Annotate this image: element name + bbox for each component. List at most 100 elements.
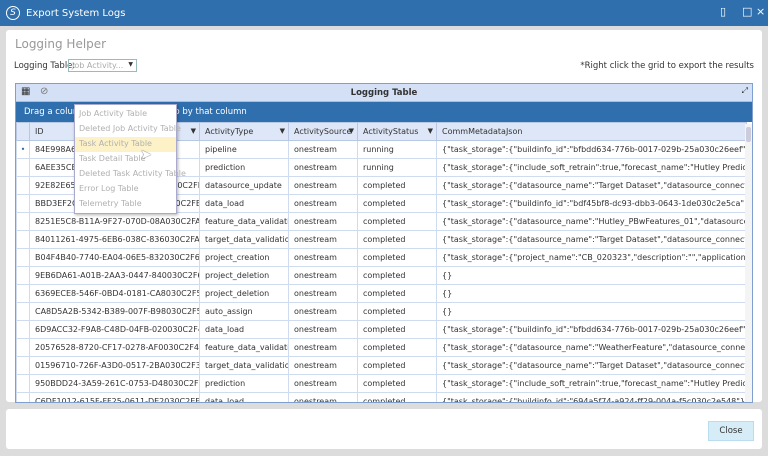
table-cell[interactable]: onestream [288,140,358,159]
table-cell[interactable]: completed [357,302,437,321]
table-cell[interactable]: onestream [288,212,358,231]
filter-icon[interactable]: ▼ [280,127,285,135]
filter-icon[interactable]: ▼ [428,127,433,135]
table-row[interactable]: 8251E5C8-B11A-9F27-070D-08A030C2FAFB feat… [16,212,747,231]
table-cell[interactable]: onestream [288,248,358,267]
table-cell[interactable]: completed [357,194,437,213]
table-cell[interactable]: 20576528-8720-CF17-0278-AF0030C2F41D [29,338,200,357]
table-row[interactable]: CA8D5A2B-5342-B389-007F-B98030C2F54F auto… [16,302,747,321]
table-cell[interactable]: onestream [288,158,358,177]
dropdown-option[interactable]: Deleted Task Activity Table [75,167,186,182]
table-cell[interactable]: onestream [288,266,358,285]
dropdown-option[interactable]: Job Activity Table [75,107,176,122]
table-cell[interactable]: {"task_storage":{"project_name":"CB_0203… [436,248,747,267]
table-cell[interactable]: onestream [288,338,358,357]
table-cell[interactable]: completed [357,392,437,402]
table-cell[interactable]: {} [436,302,747,321]
table-cell[interactable]: 9EB6DA61-A01B-2AA3-0447-840030C2F671 [29,266,200,285]
column-header-commmetadatajson[interactable]: CommMetadataJson [436,122,747,141]
table-cell[interactable]: {"task_storage":{"datasource_name":"Hutl… [436,212,747,231]
table-cell[interactable]: target_data_validation [199,230,289,249]
table-cell[interactable]: {"task_storage":{"datasource_name":"Targ… [436,176,747,195]
table-cell[interactable]: completed [357,320,437,339]
table-cell[interactable]: CA8D5A2B-5342-B389-007F-B98030C2F54F [29,302,200,321]
maximize-button[interactable]: □ [742,5,752,18]
table-cell[interactable]: project_creation [199,248,289,267]
minimize-button[interactable]: ▯ [720,5,726,18]
table-cell[interactable]: {"task_storage":{"buildinfo_id":"bfbdd63… [436,320,747,339]
table-cell[interactable]: feature_data_validation [199,212,289,231]
table-cell[interactable]: completed [357,212,437,231]
table-cell[interactable]: {"task_storage":{"include_soft_retrain":… [436,374,747,393]
table-cell[interactable]: 6D9ACC32-F9A8-C48D-04FB-020030C2F441 [29,320,200,339]
expand-icon[interactable]: ⤢ [742,86,748,96]
table-row[interactable]: 6369ECE8-546F-0BD4-0181-CA8030C2F5EF proj… [16,284,747,303]
table-cell[interactable]: 950BDD24-3A59-261C-0753-D48030C2F018 [29,374,200,393]
table-cell[interactable]: project_deletion [199,266,289,285]
table-cell[interactable]: completed [357,176,437,195]
dropdown-option[interactable]: Telemetry Table [75,197,176,212]
table-cell[interactable]: completed [357,374,437,393]
table-row[interactable]: 9EB6DA61-A01B-2AA3-0447-840030C2F671 proj… [16,266,747,285]
table-cell[interactable]: onestream [288,374,358,393]
table-cell[interactable]: {"task_storage":{"datasource_name":"Weat… [436,338,747,357]
table-cell[interactable]: onestream [288,284,358,303]
column-header-activitystatus[interactable]: ActivityStatus ▼ [357,122,437,141]
table-cell[interactable]: completed [357,356,437,375]
table-cell[interactable]: completed [357,230,437,249]
table-cell[interactable]: completed [357,338,437,357]
table-row[interactable]: B04F4B40-7740-EA04-06E5-832030C2F699 proj… [16,248,747,267]
table-cell[interactable]: prediction [199,158,289,177]
table-cell[interactable]: {} [436,284,747,303]
table-cell[interactable]: 6369ECE8-546F-0BD4-0181-CA8030C2F5EF [29,284,200,303]
table-cell[interactable]: 84011261-4975-6EB6-038C-836030C2FAB6 [29,230,200,249]
table-cell[interactable]: {"task_storage":{"buildinfo_id":"bfbdd63… [436,140,747,159]
table-cell[interactable]: onestream [288,302,358,321]
table-cell[interactable]: data_load [199,320,289,339]
table-cell[interactable]: onestream [288,320,358,339]
table-row[interactable]: 950BDD24-3A59-261C-0753-D48030C2F018 pred… [16,374,747,393]
table-cell[interactable]: {"task_storage":{"buildinfo_id":"bdf45bf… [436,194,747,213]
table-cell[interactable]: completed [357,284,437,303]
dropdown-option[interactable]: Task Activity Table [75,137,176,152]
table-cell[interactable]: completed [357,266,437,285]
table-cell[interactable]: data_load [199,392,289,402]
table-cell[interactable]: onestream [288,194,358,213]
table-cell[interactable]: {"task_storage":{"buildinfo_id":"694a5f7… [436,392,747,402]
table-cell[interactable]: target_data_validation [199,356,289,375]
scroll-thumb[interactable] [746,127,751,142]
table-cell[interactable]: completed [357,248,437,267]
table-cell[interactable]: 01596710-726F-A3D0-0517-2BA030C2F326 [29,356,200,375]
column-header-activitytype[interactable]: ActivityType ▼ [199,122,289,141]
table-row[interactable]: 84011261-4975-6EB6-038C-836030C2FAB6 targ… [16,230,747,249]
table-cell[interactable]: {"task_storage":{"datasource_name":"Targ… [436,356,747,375]
table-cell[interactable]: onestream [288,392,358,402]
close-button[interactable]: Close [708,421,754,441]
table-cell[interactable]: data_load [199,194,289,213]
vertical-scrollbar[interactable] [745,124,752,402]
table-cell[interactable]: running [357,140,437,159]
column-header-activitysource[interactable]: ActivitySource ▼ [288,122,358,141]
table-row[interactable]: 20576528-8720-CF17-0278-AF0030C2F41D feat… [16,338,747,357]
table-row[interactable]: C6DF1012-615F-FF25-0611-DE2030C2EEF3 data… [16,392,747,402]
table-cell[interactable]: project_deletion [199,284,289,303]
table-cell[interactable]: {"task_storage":{"include_soft_retrain":… [436,158,747,177]
table-cell[interactable]: onestream [288,230,358,249]
table-cell[interactable]: onestream [288,176,358,195]
logging-table-select[interactable]: Job Activity... ▼ [68,59,137,72]
filter-icon[interactable]: ▼ [191,127,196,135]
close-window-button[interactable]: × [756,5,765,18]
table-cell[interactable]: auto_assign [199,302,289,321]
dropdown-option[interactable]: Error Log Table [75,182,176,197]
table-cell[interactable]: feature_data_validation [199,338,289,357]
filter-icon[interactable]: ▼ [349,127,354,135]
table-cell[interactable]: pipeline [199,140,289,159]
table-row[interactable]: 01596710-726F-A3D0-0517-2BA030C2F326 targ… [16,356,747,375]
table-cell[interactable]: {"task_storage":{"datasource_name":"Targ… [436,230,747,249]
table-row[interactable]: 6D9ACC32-F9A8-C48D-04FB-020030C2F441 data… [16,320,747,339]
table-cell[interactable]: prediction [199,374,289,393]
table-cell[interactable]: running [357,158,437,177]
table-cell[interactable]: {} [436,266,747,285]
table-cell[interactable]: 8251E5C8-B11A-9F27-070D-08A030C2FAFB [29,212,200,231]
dropdown-option[interactable]: Task Detail Table [75,152,176,167]
